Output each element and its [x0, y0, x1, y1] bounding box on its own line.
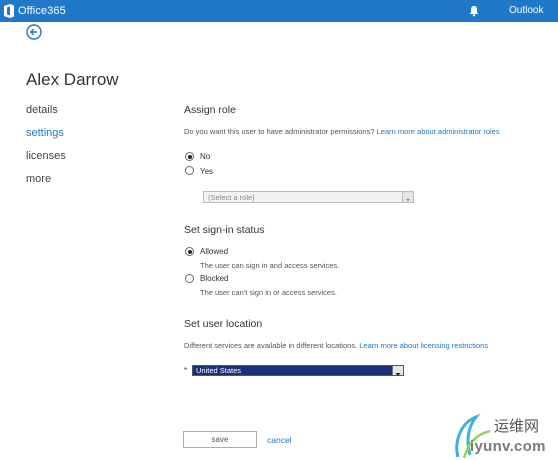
chevron-down-icon	[406, 199, 410, 202]
office-logo-icon	[4, 4, 14, 18]
nav-item-details[interactable]: details	[26, 104, 58, 116]
watermark: 运维网 iyunv.com	[450, 405, 558, 460]
watermark-line2: iyunv.com	[470, 438, 546, 455]
role-no-radio[interactable]	[185, 152, 194, 161]
signin-blocked-label: Blocked	[200, 274, 229, 283]
signin-status-heading: Set sign-in status	[184, 224, 265, 236]
location-select-dropdown-button[interactable]	[392, 366, 403, 376]
nav-item-licenses[interactable]: licenses	[26, 150, 66, 162]
assign-role-heading: Assign role	[184, 104, 236, 116]
role-select-value: (Select a role)	[208, 193, 255, 202]
location-heading: Set user location	[184, 318, 263, 330]
location-select[interactable]: United States	[192, 365, 404, 376]
role-yes-label: Yes	[200, 167, 214, 176]
location-description-text: Different services are available in diff…	[184, 341, 358, 350]
signin-allowed-description: The user can sign in and access services…	[200, 261, 340, 270]
signin-blocked-radio[interactable]	[185, 274, 194, 283]
location-select-value: United States	[196, 366, 242, 375]
learn-more-admin-roles-link[interactable]: Learn more about administrator roles	[377, 127, 500, 136]
signin-blocked-description: The user can't sign in or access service…	[200, 288, 337, 297]
role-select-dropdown-button[interactable]	[402, 192, 413, 202]
assign-role-question: Do you want this user to have administra…	[184, 127, 500, 136]
app-name: Office365	[18, 5, 66, 17]
assign-role-question-text: Do you want this user to have administra…	[184, 127, 375, 136]
location-description: Different services are available in diff…	[184, 341, 488, 350]
role-no-label: No	[200, 152, 211, 161]
nav-item-more[interactable]: more	[26, 173, 51, 185]
save-button[interactable]: save	[183, 431, 257, 448]
notification-bell-icon[interactable]	[468, 5, 480, 17]
role-yes-radio[interactable]	[185, 166, 194, 175]
top-bar: Office365 Outlook	[0, 0, 558, 22]
required-marker: *	[184, 366, 188, 375]
cancel-link[interactable]: cancel	[267, 435, 292, 445]
nav-item-settings[interactable]: settings	[26, 127, 64, 139]
back-arrow-icon[interactable]	[26, 24, 42, 40]
signin-allowed-label: Allowed	[200, 247, 229, 256]
learn-more-licensing-link[interactable]: Learn more about licensing restrictions	[359, 341, 488, 350]
chevron-down-icon	[395, 373, 401, 376]
role-select[interactable]: (Select a role)	[203, 191, 414, 203]
outlook-link[interactable]: Outlook	[509, 5, 543, 16]
office365-brand[interactable]: Office365	[3, 3, 66, 19]
user-name-title: Alex Darrow	[26, 70, 119, 89]
watermark-line1: 运维网	[494, 417, 540, 435]
signin-allowed-radio[interactable]	[185, 247, 194, 256]
